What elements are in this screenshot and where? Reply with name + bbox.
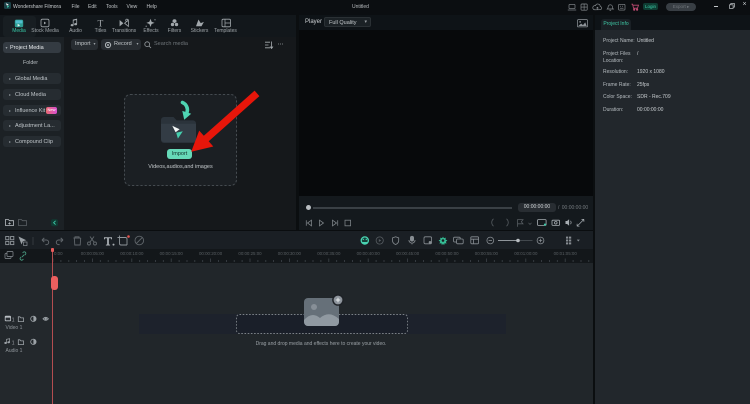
svg-text:Video 1: Video 1 — [6, 325, 23, 331]
svg-text:Audio 1: Audio 1 — [6, 348, 23, 354]
svg-text:1: 1 — [12, 317, 15, 323]
svg-text:1: 1 — [12, 340, 15, 346]
